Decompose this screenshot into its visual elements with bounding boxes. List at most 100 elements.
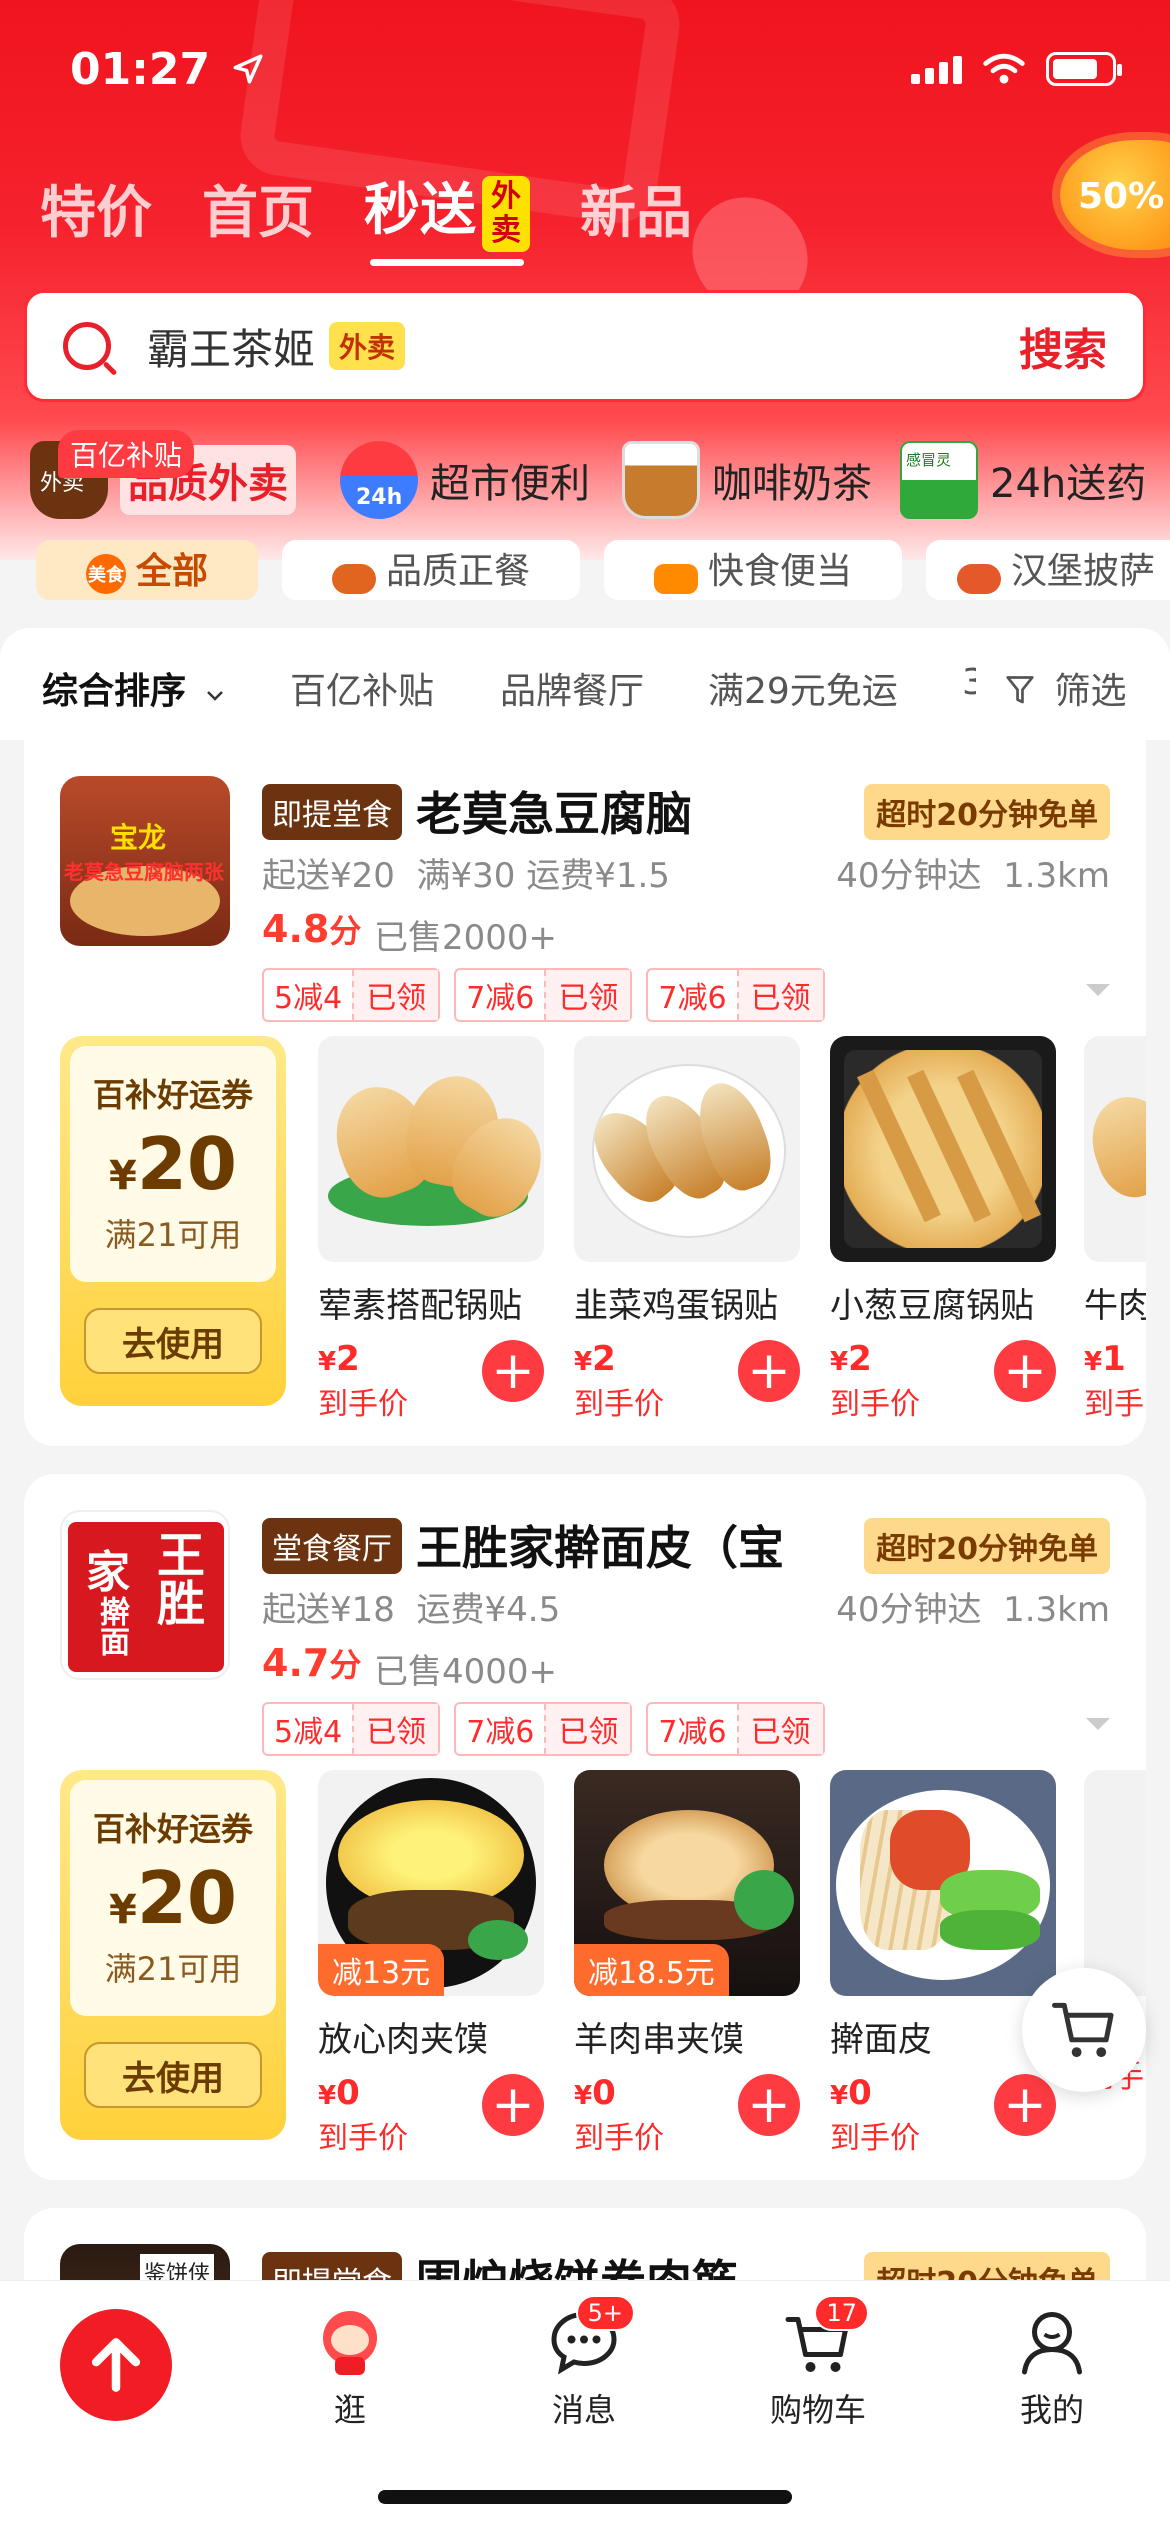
chip-quality-meal[interactable]: 品质正餐 — [282, 540, 580, 600]
voucher-amount: ¥20 — [108, 1856, 238, 1940]
dish-name: 放心肉夹馍 — [318, 2020, 488, 2060]
voucher-condition: 满21可用 — [104, 1950, 242, 1988]
location-arrow-icon — [233, 54, 263, 84]
tab-tejia[interactable]: 特价 — [40, 168, 152, 249]
coupon-tag[interactable]: 7减6 已领 — [646, 968, 825, 1022]
chevron-down-icon[interactable] — [1086, 984, 1110, 996]
filter-button[interactable]: 筛选 — [1005, 662, 1126, 714]
tab-miaosong[interactable]: 秒送 外卖 — [364, 165, 530, 266]
use-voucher-button[interactable]: 去使用 — [84, 2042, 262, 2108]
store-tag: 堂食餐厅 — [262, 1518, 402, 1574]
store-24h-icon: 24h — [340, 441, 418, 519]
store-eta: 40分钟达 1.3km — [836, 856, 1110, 896]
funnel-icon — [1006, 676, 1034, 704]
scroll-top-button[interactable] — [60, 2309, 172, 2421]
add-to-cart-button[interactable]: + — [482, 2074, 544, 2136]
dish-item[interactable]: 擀面皮 ¥0 到手价 + — [830, 1770, 1056, 2157]
dish-image — [318, 1036, 544, 1262]
tab-home[interactable]: 首页 — [202, 168, 314, 249]
coupon-tag[interactable]: 7减6 已领 — [646, 1702, 825, 1756]
dish-name: 荤素搭配锅贴 — [318, 1286, 522, 1326]
nav-cart[interactable]: 17 购物车 — [748, 2295, 888, 2431]
category-coffee-tea[interactable]: 咖啡奶茶 — [622, 430, 872, 530]
add-to-cart-button[interactable]: + — [738, 2074, 800, 2136]
mascot-icon — [315, 2307, 385, 2377]
store-rating: 4.7分 — [262, 1641, 362, 1685]
arrow-up-icon — [91, 2338, 141, 2392]
store-sold: 已售2000+ — [374, 918, 558, 958]
coupon-tag[interactable]: 7减6 已领 — [454, 968, 633, 1022]
store-logo: 宝龙 老莫急豆腐脑两张 — [60, 776, 230, 946]
dish-image — [574, 1036, 800, 1262]
status-icons — [911, 52, 1122, 86]
dish-item[interactable]: 减13元 放心肉夹馍 ¥0 到手价 + — [318, 1770, 544, 2157]
battery-icon — [1046, 52, 1122, 86]
wifi-icon — [983, 53, 1025, 84]
dish-price: ¥1 — [1084, 1339, 1126, 1379]
coupon-tag[interactable]: 5减4 已领 — [262, 1702, 441, 1756]
filter-subsidy[interactable]: 百亿补贴 — [290, 662, 434, 714]
subsidy-bubble: 百亿补贴 — [58, 430, 195, 478]
chevron-down-icon[interactable] — [1086, 1718, 1110, 1730]
search-tag: 外卖 — [329, 322, 406, 370]
search-query: 霸王茶姬 — [147, 324, 316, 374]
free-order-tag: 超时20分钟免单 — [864, 784, 1110, 840]
dish-item[interactable]: 韭菜鸡蛋锅贴 ¥2 到手价 + — [574, 1036, 800, 1423]
category-pharmacy[interactable]: 感冒灵 24h送药 — [900, 430, 1146, 530]
search-icon — [63, 322, 111, 370]
cart-count-badge: 17 — [814, 2295, 869, 2331]
dish-image — [1084, 1036, 1146, 1262]
sort-dropdown[interactable]: 综合排序 — [42, 662, 225, 714]
dish-name: 小葱豆腐锅贴 — [830, 1286, 1034, 1326]
nav-browse[interactable]: 逛 — [280, 2307, 420, 2431]
dish-item[interactable]: 小葱豆腐锅贴 ¥2 到手价 + — [830, 1036, 1056, 1423]
coupon-tag[interactable]: 5减4 已领 — [262, 968, 441, 1022]
store-eta: 40分钟达 1.3km — [836, 1590, 1110, 1630]
store-sold: 已售4000+ — [374, 1652, 558, 1692]
voucher-card: 百补好运券 ¥20 满21可用 去使用 — [60, 1770, 286, 2140]
add-to-cart-button[interactable]: + — [994, 1340, 1056, 1402]
filter-more[interactable]: 3 — [962, 662, 976, 703]
chip-burger-pizza[interactable]: 汉堡披萨 — [926, 540, 1170, 600]
home-indicator — [378, 2490, 792, 2504]
dish-image — [830, 1036, 1056, 1262]
coffee-cup-icon — [622, 441, 700, 519]
dish-item[interactable]: 减18.5元 羊肉串夹馍 ¥0 到手价 + — [574, 1770, 800, 2157]
store-rating: 4.8分 — [262, 907, 362, 951]
add-to-cart-button[interactable]: + — [738, 1340, 800, 1402]
store-card[interactable]: 宝龙 老莫急豆腐脑两张 即提堂食 老莫急豆腐脑 超时20分钟免单 起送¥20 满… — [24, 740, 1146, 1446]
add-to-cart-button[interactable]: + — [994, 2074, 1056, 2136]
tab-new[interactable]: 新品 — [580, 168, 692, 249]
voucher-title: 百补好运券 — [92, 1810, 253, 1848]
store-logo: 王胜 家 擀面 — [60, 1510, 230, 1680]
voucher-amount: ¥20 — [108, 1122, 238, 1206]
store-card[interactable]: 王胜 家 擀面 堂食餐厅 王胜家擀面皮（宝 超时20分钟免单 起送¥18 运费¥… — [24, 1474, 1146, 2180]
filter-free-delivery[interactable]: 满29元免运 — [708, 662, 898, 714]
sub-category-chips: 美食 全部 品质正餐 快食便当 汉堡披萨 — [0, 540, 1170, 600]
cart-icon — [1051, 2002, 1114, 2058]
chip-fast-food[interactable]: 快食便当 — [604, 540, 902, 600]
category-supermarket[interactable]: 24h 超市便利 — [340, 430, 590, 530]
search-bar[interactable]: 霸王茶姬 外卖 搜索 — [24, 290, 1146, 402]
status-time: 01:27 — [70, 44, 265, 95]
coupon-tag[interactable]: 7减6 已领 — [454, 1702, 633, 1756]
chip-all[interactable]: 美食 全部 — [36, 540, 258, 600]
cellular-signal-icon — [911, 54, 962, 84]
nav-messages[interactable]: 5+ 消息 — [514, 2295, 654, 2431]
add-to-cart-button[interactable]: + — [482, 1340, 544, 1402]
promo-badge[interactable]: 50% — [1060, 140, 1170, 250]
medicine-box-icon: 感冒灵 — [900, 441, 978, 519]
floating-cart-button[interactable] — [1022, 1968, 1146, 2092]
tab-badge-waimai: 外卖 — [482, 175, 530, 252]
dish-item[interactable]: 荤素搭配锅贴 ¥2 到手价 + — [318, 1036, 544, 1423]
nav-profile[interactable]: 我的 — [982, 2307, 1122, 2431]
dish-discount-tag: 减13元 — [318, 1944, 445, 1996]
dish-item[interactable]: 牛肉 ¥1 到手 — [1084, 1036, 1146, 1423]
store-name: 老莫急豆腐脑 — [416, 787, 692, 841]
store-name: 王胜家擀面皮（宝 — [416, 1521, 784, 1575]
use-voucher-button[interactable]: 去使用 — [84, 1308, 262, 1374]
chevron-down-icon — [206, 691, 223, 701]
search-button[interactable]: 搜索 — [1019, 314, 1107, 378]
filter-brand[interactable]: 品牌餐厅 — [500, 662, 644, 714]
dish-image — [830, 1770, 1056, 1996]
